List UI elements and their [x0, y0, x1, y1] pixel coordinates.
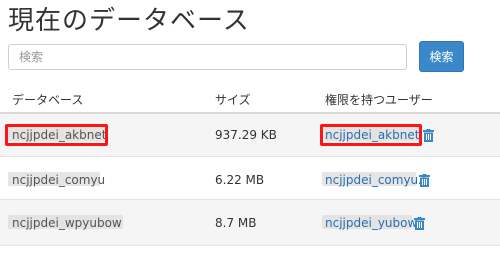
highlight-box	[5, 124, 108, 146]
user-link[interactable]: ncjjpdei_comyu2	[325, 173, 426, 187]
database-name: ncjjpdei_wpyubow	[12, 216, 122, 230]
table-row: ncjjpdei_comyu 6.22 MB ncjjpdei_comyu2	[0, 157, 500, 200]
user-link[interactable]: ncjjpdei_yubow	[325, 216, 417, 230]
search-input[interactable]	[8, 44, 407, 70]
highlight-box	[320, 124, 422, 146]
table-row: ncjjpdei_akbnet 937.29 KB ncjjpdei_akbne…	[0, 114, 500, 157]
column-header-database[interactable]: データベース	[12, 91, 83, 108]
search-button[interactable]: 検索	[419, 41, 464, 72]
trash-icon[interactable]	[423, 129, 434, 142]
database-name: ncjjpdei_comyu	[12, 173, 106, 187]
column-header-size[interactable]: サイズ	[215, 91, 251, 108]
page-title: 現在のデータベース	[8, 6, 250, 36]
database-size: 8.7 MB	[215, 216, 257, 230]
column-header-users: 権限を持つユーザー	[325, 93, 433, 107]
trash-icon[interactable]	[414, 217, 425, 230]
database-size: 6.22 MB	[215, 173, 265, 187]
trash-icon[interactable]	[419, 174, 430, 187]
table-row: ncjjpdei_wpyubow 8.7 MB ncjjpdei_yubow	[0, 200, 500, 246]
database-size: 937.29 KB	[215, 128, 277, 142]
